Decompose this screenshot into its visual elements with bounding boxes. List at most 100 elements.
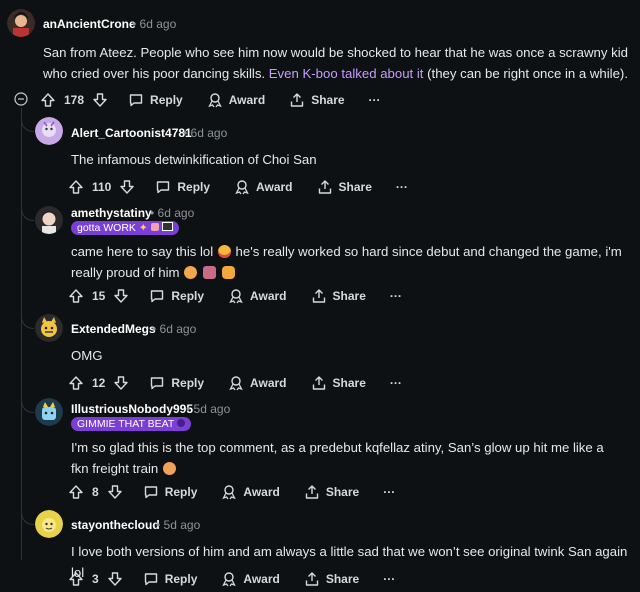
reply-label: Reply xyxy=(164,485,198,499)
award-icon xyxy=(234,179,250,195)
username[interactable]: anAncientCrone xyxy=(43,17,136,31)
flushed-emoji-icon xyxy=(162,462,176,475)
reply-button[interactable]: Reply xyxy=(143,484,198,500)
thread-elbow xyxy=(21,400,34,413)
flair-emoji-icon xyxy=(161,222,173,231)
avatar[interactable] xyxy=(35,117,63,145)
award-icon xyxy=(221,484,237,500)
thread-elbow xyxy=(21,208,34,221)
upvote-icon[interactable] xyxy=(40,92,56,108)
vote-count: 178 xyxy=(64,93,85,107)
award-button[interactable]: Award xyxy=(228,375,287,391)
more-options-button[interactable]: ··· xyxy=(390,376,402,390)
upvote-icon[interactable] xyxy=(68,179,84,195)
vote-count: 3 xyxy=(92,572,99,586)
comment-body: I'm so glad this is the top comment, as … xyxy=(71,440,604,476)
award-button[interactable]: Award xyxy=(221,571,280,587)
user-flair: GIMMIE THAT BEAT xyxy=(71,417,191,431)
share-label: Share xyxy=(325,572,360,586)
avatar[interactable] xyxy=(35,206,63,234)
avatar[interactable] xyxy=(35,510,63,538)
comment-bubble-icon xyxy=(143,571,159,587)
share-button[interactable]: Share xyxy=(311,375,366,391)
timestamp: • 6d ago xyxy=(150,206,195,220)
comment-body: came here to say this lol he's really wo… xyxy=(71,244,622,280)
comment-bubble-icon xyxy=(128,92,144,108)
comment-actions: 110 Reply Award Share ··· xyxy=(68,176,408,198)
username[interactable]: stayonthecloud xyxy=(71,518,160,532)
share-icon xyxy=(304,571,320,587)
share-button[interactable]: Share xyxy=(304,571,359,587)
vote-count: 110 xyxy=(92,180,112,194)
comment-body: The infamous detwinkification of Choi Sa… xyxy=(71,152,317,167)
thread-elbow xyxy=(21,316,34,329)
reply-button[interactable]: Reply xyxy=(155,179,210,195)
award-label: Award xyxy=(250,376,287,390)
upvote-icon[interactable] xyxy=(68,375,84,391)
share-button[interactable]: Share xyxy=(317,179,372,195)
reply-button[interactable]: Reply xyxy=(128,92,183,108)
upvote-icon[interactable] xyxy=(68,484,84,500)
username[interactable]: ExtendedMegs xyxy=(71,322,156,336)
avatar[interactable] xyxy=(7,9,35,37)
award-icon xyxy=(207,92,223,108)
award-button[interactable]: Award xyxy=(207,92,265,108)
comment-link[interactable]: Even K-boo talked about it xyxy=(269,66,424,81)
reply-label: Reply xyxy=(164,572,198,586)
more-options-button[interactable]: ··· xyxy=(369,93,381,107)
award-label: Award xyxy=(228,93,266,107)
vote-count: 15 xyxy=(92,289,106,303)
upvote-icon[interactable] xyxy=(68,288,84,304)
username[interactable]: Alert_Cartoonist4781 xyxy=(71,126,192,140)
username[interactable]: IllustriousNobody995 xyxy=(71,402,193,416)
reply-button[interactable]: Reply xyxy=(149,375,204,391)
thread-elbow xyxy=(21,119,34,132)
avatar[interactable] xyxy=(35,314,63,342)
comment-bubble-icon xyxy=(149,288,165,304)
share-button[interactable]: Share xyxy=(311,288,366,304)
share-button[interactable]: Share xyxy=(289,92,345,108)
purple-circle-icon xyxy=(176,419,185,427)
vote-count: 12 xyxy=(92,376,106,390)
reply-button[interactable]: Reply xyxy=(143,571,198,587)
upvote-icon[interactable] xyxy=(68,571,84,587)
downvote-icon[interactable] xyxy=(107,484,123,500)
share-icon xyxy=(317,179,333,195)
downvote-icon[interactable] xyxy=(119,179,135,195)
more-options-button[interactable]: ··· xyxy=(383,485,395,499)
downvote-icon[interactable] xyxy=(92,92,108,108)
award-icon xyxy=(228,375,244,391)
downvote-icon[interactable] xyxy=(113,375,129,391)
share-label: Share xyxy=(311,93,345,107)
award-button[interactable]: Award xyxy=(228,288,287,304)
share-icon xyxy=(311,375,327,391)
downvote-icon[interactable] xyxy=(113,288,129,304)
photo-emoji-icon xyxy=(202,266,216,279)
share-label: Share xyxy=(332,289,366,303)
award-button[interactable]: Award xyxy=(221,484,280,500)
share-icon xyxy=(289,92,305,108)
reply-button[interactable]: Reply xyxy=(149,288,204,304)
timestamp: • 5d ago xyxy=(156,518,201,532)
downvote-icon[interactable] xyxy=(107,571,123,587)
more-options-button[interactable]: ··· xyxy=(390,289,402,303)
crying-emoji-icon xyxy=(184,266,198,279)
flair-label: GIMMIE THAT BEAT xyxy=(77,418,175,430)
flair-emoji-icon xyxy=(150,223,159,231)
username[interactable]: amethystatiny xyxy=(71,206,152,220)
comment-actions: 12 Reply Award Share ··· xyxy=(68,372,402,394)
minus-circle-icon xyxy=(14,92,28,106)
heart-eyes-emoji-icon xyxy=(217,245,231,258)
comment-actions: 3 Reply Award Share ··· xyxy=(68,568,395,590)
award-button[interactable]: Award xyxy=(234,179,293,195)
thread-elbow xyxy=(21,512,34,525)
more-options-button[interactable]: ··· xyxy=(383,572,395,586)
user-flair: gotta WORK ✦ xyxy=(71,221,179,235)
timestamp: • 6d ago xyxy=(183,126,228,140)
share-button[interactable]: Share xyxy=(304,484,359,500)
avatar[interactable] xyxy=(35,398,63,426)
more-options-button[interactable]: ··· xyxy=(396,180,408,194)
comment-actions: 8 Reply Award Share ··· xyxy=(68,481,395,503)
collapse-thread-button[interactable] xyxy=(14,92,28,106)
award-icon xyxy=(228,288,244,304)
